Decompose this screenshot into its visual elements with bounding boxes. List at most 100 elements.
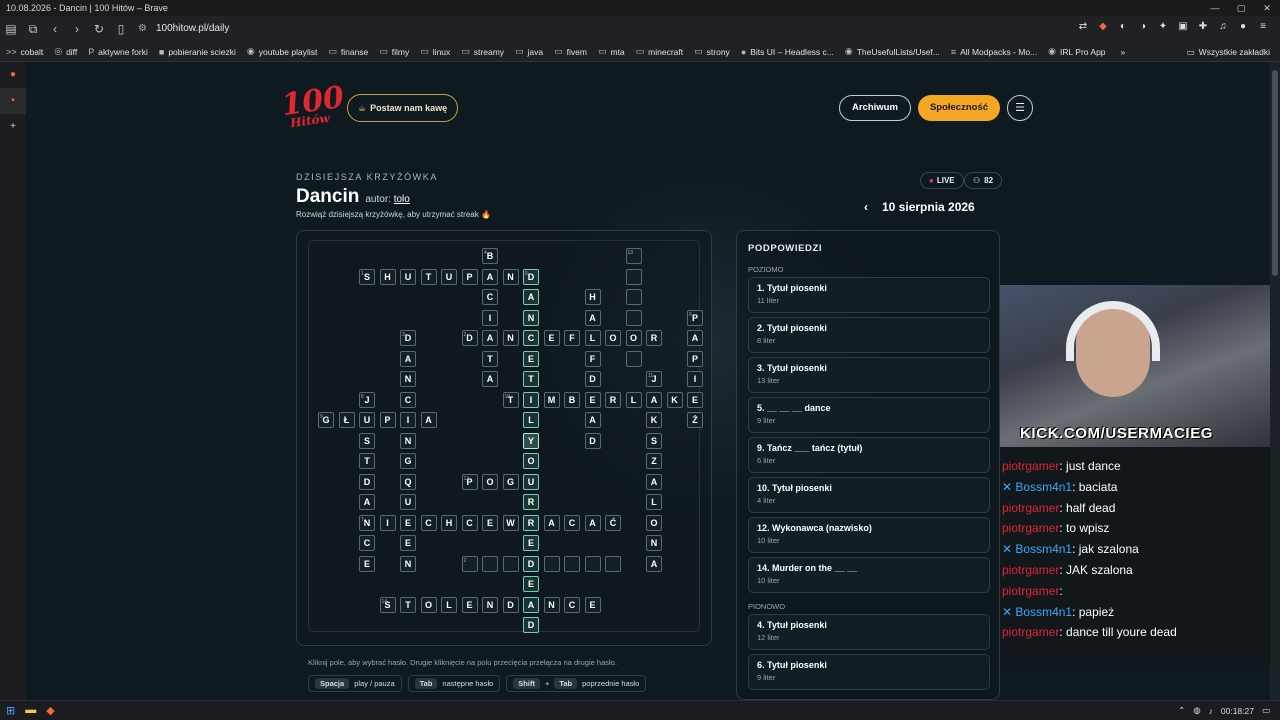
crossword-cell[interactable]: P <box>687 350 703 367</box>
bookmark-item[interactable]: ◉ TheUsefulLists/Usef... <box>845 46 940 57</box>
crossword-cell[interactable]: R <box>646 330 662 346</box>
clue-item[interactable]: 5. __ __ __ dance 9 liter <box>748 397 990 433</box>
crossword-cell[interactable]: L <box>584 330 601 346</box>
bookmark-item[interactable]: >> cobalt <box>6 46 43 57</box>
crossword-cell[interactable]: 8J <box>359 391 375 408</box>
crossword-cell[interactable]: A <box>543 514 560 531</box>
crossword-cell[interactable]: F <box>564 330 580 346</box>
crossword-cell[interactable]: Q <box>400 473 416 490</box>
crossword-cell[interactable]: O <box>482 473 498 490</box>
crossword-cell[interactable]: L <box>523 412 539 428</box>
crossword-cell[interactable]: A <box>584 309 601 326</box>
clue-item[interactable]: 1. Tytuł piosenki 11 liter <box>748 277 990 313</box>
crossword-cell[interactable]: A <box>359 494 375 510</box>
crossword-cell[interactable] <box>625 309 642 326</box>
bookmark-item[interactable]: ▭ strony <box>694 46 730 57</box>
bookmark-item[interactable]: ▭ finanse <box>328 46 368 57</box>
bookmark-item[interactable]: ▭ minecraft <box>636 46 683 57</box>
crossword-cell[interactable] <box>502 555 519 572</box>
prev-day-icon[interactable]: ‹ <box>864 200 868 214</box>
bookmark-item[interactable]: ◉ IRL Pro App <box>1048 46 1105 57</box>
crossword-cell[interactable]: U <box>400 494 416 510</box>
crossword-cell[interactable]: D <box>523 617 539 633</box>
crossword-cell[interactable]: E <box>584 391 601 408</box>
bookmark-item[interactable]: ◉ youtube playlist <box>247 46 317 57</box>
windows-start-icon[interactable]: ⊞ <box>6 704 15 717</box>
crossword-cell[interactable]: Z <box>646 453 662 469</box>
crossword-cell[interactable]: A <box>420 412 437 428</box>
chat-username[interactable]: piotrgamer <box>1002 563 1059 577</box>
volume-icon[interactable]: ♪ <box>1209 706 1213 716</box>
author-link[interactable]: tolo <box>394 194 410 205</box>
crossword-cell[interactable]: H <box>379 268 396 285</box>
bookmark-item[interactable]: ▭ linux <box>420 46 450 57</box>
bookmark-item[interactable]: ▭ fivem <box>554 46 587 57</box>
crossword-cell[interactable] <box>625 268 642 285</box>
crossword-cell[interactable]: T <box>359 453 375 469</box>
crossword-cell[interactable] <box>584 555 601 572</box>
crossword-cell[interactable]: I <box>400 412 416 428</box>
crossword-cell[interactable]: 14 S <box>379 596 396 613</box>
community-button[interactable]: Społeczność <box>917 95 1001 121</box>
crossword-cell[interactable]: G <box>400 453 416 469</box>
crossword-cell[interactable]: Ć <box>605 514 621 531</box>
extension-icon[interactable]: ✦ <box>1156 20 1170 34</box>
crossword-cell[interactable]: 2 <box>461 555 478 572</box>
crossword-cell[interactable]: G <box>502 473 519 490</box>
crossword-cell[interactable] <box>605 555 621 572</box>
crossword-cell[interactable]: C <box>420 514 437 531</box>
bookmark-item[interactable]: ◎ diff <box>54 46 77 57</box>
crossword-cell[interactable]: N <box>400 432 416 449</box>
crossword-cell[interactable]: S <box>646 432 662 449</box>
crossword-cell[interactable]: R <box>523 494 539 510</box>
bookmarks-more[interactable]: » <box>1121 47 1126 57</box>
extension-icon[interactable]: ▣ <box>1176 20 1190 34</box>
media-icon[interactable]: ● <box>0 62 26 88</box>
viewers-badge[interactable]: ⚇ 82 <box>964 172 1003 189</box>
notifications-icon[interactable]: ▭ <box>1262 705 1270 716</box>
crossword-cell[interactable]: E <box>584 596 601 613</box>
crossword-cell[interactable]: 6P <box>687 309 703 326</box>
clue-item[interactable]: 10. Tytuł piosenki 4 liter <box>748 477 990 513</box>
clue-item[interactable]: 9. Tańcz ___ tańcz (tytuł) 6 liter <box>748 437 990 473</box>
crossword-cell[interactable]: N <box>502 330 519 346</box>
reload-icon[interactable]: ↻ <box>88 22 110 36</box>
extension-icon[interactable]: ◐ <box>1116 20 1130 34</box>
bookmark-item[interactable]: Paktywne forki <box>88 46 148 57</box>
minimize-icon[interactable]: — <box>1202 0 1228 16</box>
music-icon[interactable]: ♫ <box>1216 20 1230 34</box>
crossword-cell[interactable]: E <box>523 535 539 551</box>
crossword-cell[interactable]: D <box>523 555 539 572</box>
tray-arrow-icon[interactable]: ⌃ <box>1178 705 1185 716</box>
file-explorer-icon[interactable]: ▬ <box>25 704 36 717</box>
crossword-cell[interactable]: A <box>482 268 498 285</box>
crossword-cell[interactable]: N <box>502 268 519 285</box>
crossword-cell[interactable]: 9G <box>318 412 334 428</box>
address-bar[interactable]: ⚙ 100hitow.pl/daily <box>134 19 1074 39</box>
crossword-cell[interactable] <box>625 350 642 367</box>
crossword-cell[interactable]: 3D <box>400 330 416 346</box>
chat-username[interactable]: Bossm4n1 <box>1015 605 1072 619</box>
crossword-cell[interactable]: E <box>482 514 498 531</box>
crossword-cell[interactable]: E <box>400 535 416 551</box>
network-icon[interactable]: ◍ <box>1193 705 1200 716</box>
crossword-cell[interactable]: C <box>482 289 498 305</box>
crossword-cell[interactable]: E <box>400 514 416 531</box>
crossword-cell[interactable]: N <box>646 535 662 551</box>
crossword-cell[interactable]: Y <box>523 432 539 449</box>
crossword-cell[interactable]: M <box>543 391 560 408</box>
crossword-cell[interactable]: A <box>523 596 539 613</box>
crossword-cell[interactable]: A <box>584 514 601 531</box>
puzzle-icon[interactable]: ✚ <box>1196 20 1210 34</box>
crossword-cell[interactable]: T <box>400 596 416 613</box>
crossword-cell[interactable]: N <box>400 555 416 572</box>
crossword-cell[interactable]: D <box>502 596 519 613</box>
crossword-cell[interactable]: N <box>543 596 560 613</box>
crossword-cell[interactable] <box>564 555 580 572</box>
crossword-cell[interactable]: S <box>359 432 375 449</box>
crossword-cell[interactable]: 10 T <box>502 391 519 408</box>
bookmark-item[interactable]: ≡ All Modpacks - Mo... <box>951 46 1037 57</box>
crossword-cell[interactable]: A <box>584 412 601 428</box>
crossword-cell[interactable]: C <box>400 391 416 408</box>
translate-icon[interactable]: ⇄ <box>1076 20 1090 34</box>
